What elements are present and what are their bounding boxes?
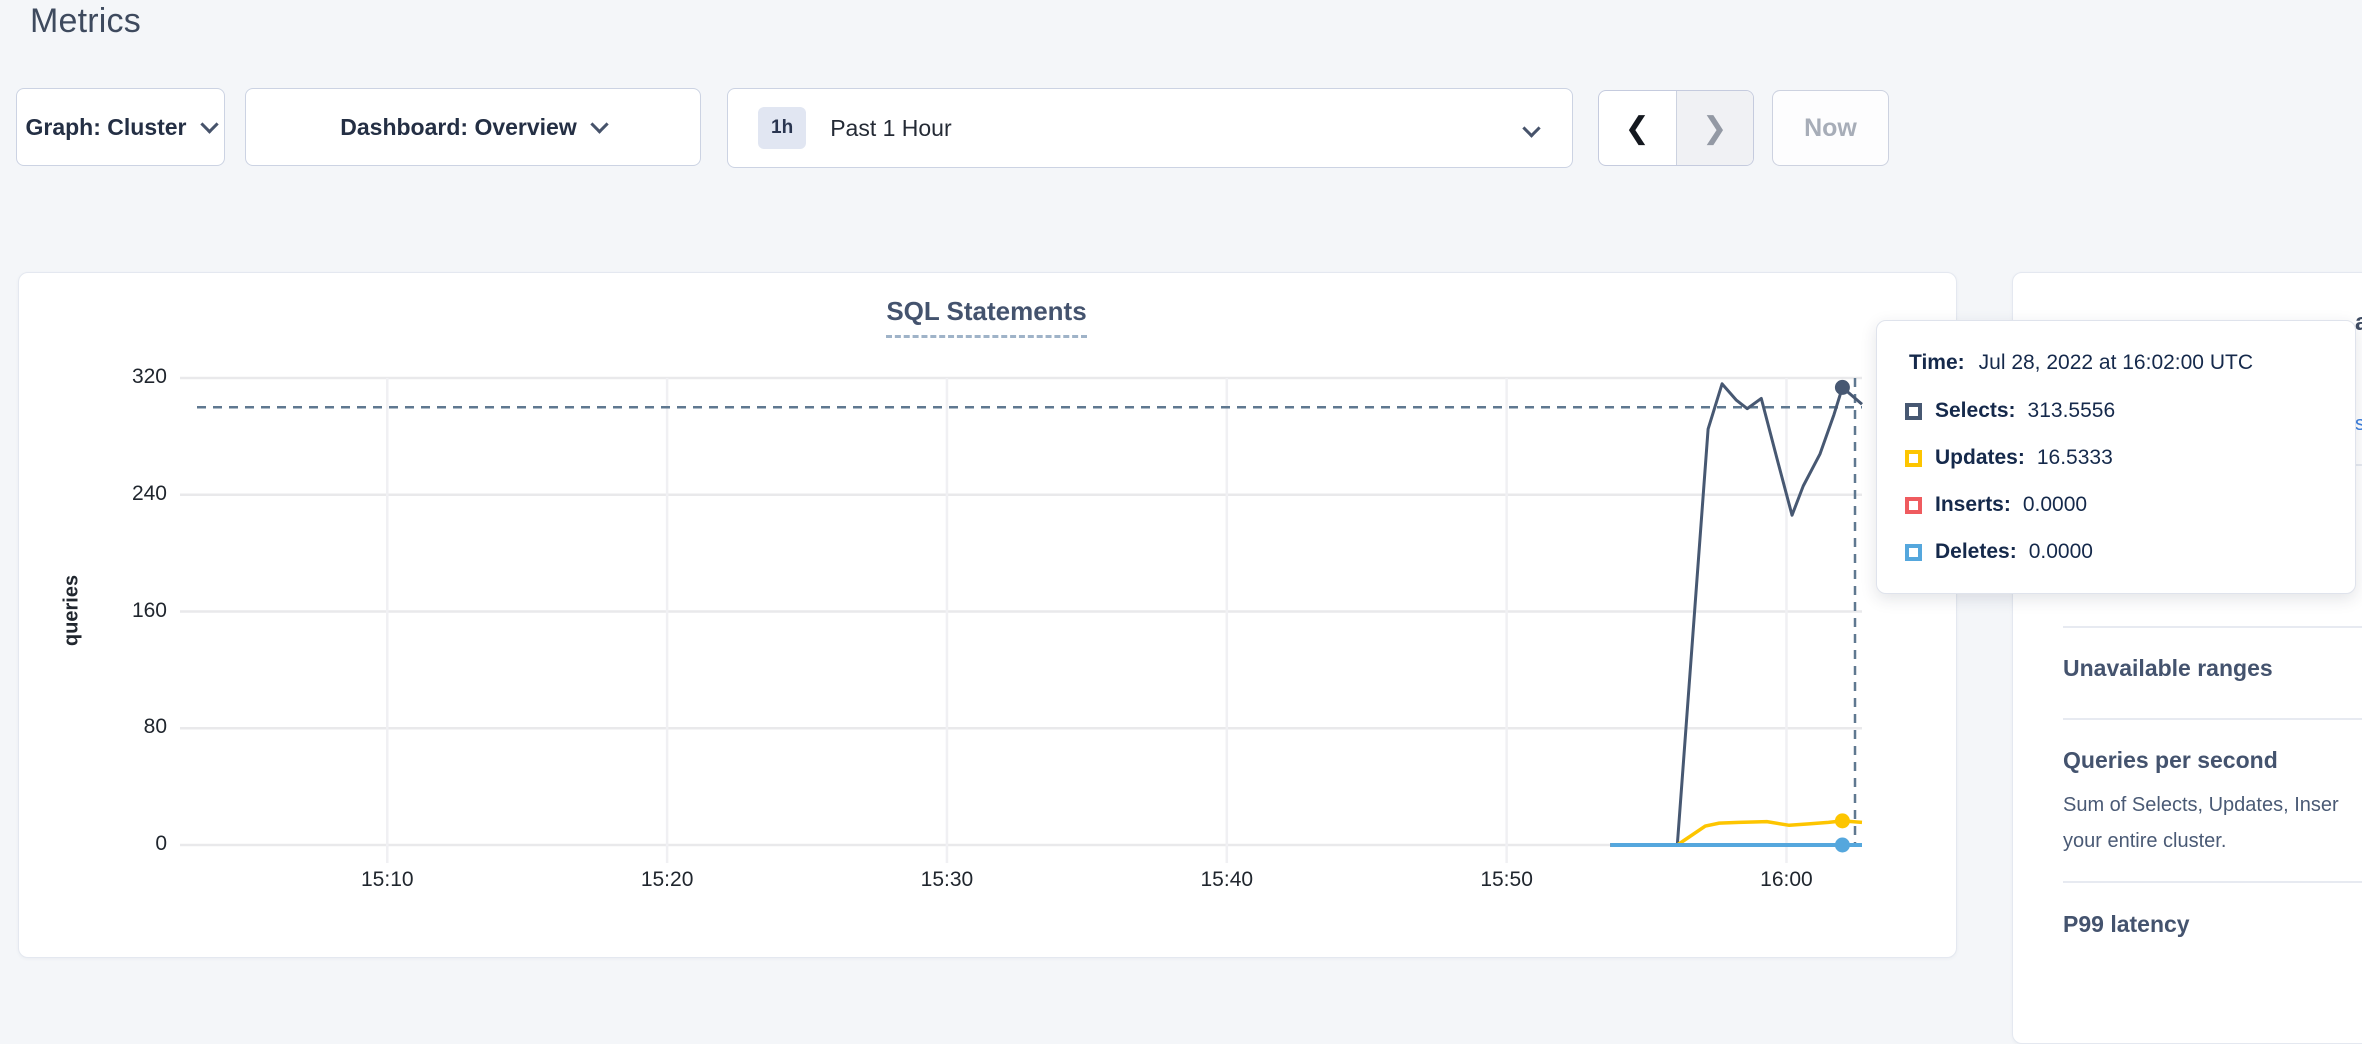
tooltip-series-value: 0.0000 <box>2029 540 2093 564</box>
y-tick-label: 160 <box>87 599 167 623</box>
y-tick-label: 80 <box>87 715 167 739</box>
sidebar-heading-queries-per-second: Queries per second <box>2063 747 2278 774</box>
chevron-down-icon <box>1522 119 1540 137</box>
now-button[interactable]: Now <box>1772 90 1889 166</box>
y-axis-label: queries <box>61 531 84 691</box>
graph-dropdown[interactable]: Graph: Cluster <box>16 88 225 166</box>
x-tick-label: 15:40 <box>1167 868 1287 892</box>
chevron-right-icon: ❯ <box>1702 111 1727 146</box>
next-interval-button-disabled[interactable]: ❯ <box>1677 91 1754 165</box>
y-tick-label: 240 <box>87 482 167 506</box>
legend-swatch-icon <box>1905 450 1922 467</box>
y-tick-label: 320 <box>87 365 167 389</box>
sidebar-heading-unavailable-ranges: Unavailable ranges <box>2063 655 2273 682</box>
sidebar-qps-description-line1: Sum of Selects, Updates, Inser <box>2063 787 2339 823</box>
sidebar-qps-description-line2: your entire cluster. <box>2063 823 2226 859</box>
legend-swatch-icon <box>1905 403 1922 420</box>
dashboard-dropdown-label: Dashboard: Overview <box>340 114 576 141</box>
time-range-label: Past 1 Hour <box>830 115 951 142</box>
tooltip-series-row: Selects: 313.5556 <box>1905 399 2115 423</box>
tooltip-series-label: Selects: <box>1935 399 2016 423</box>
time-nav-group: ❮ ❯ <box>1598 90 1754 166</box>
sidebar-divider <box>2063 881 2362 883</box>
tooltip-series-label: Deletes: <box>1935 540 2017 564</box>
tooltip-series-label: Inserts: <box>1935 493 2011 517</box>
time-range-dropdown[interactable]: 1h Past 1 Hour <box>727 88 1573 168</box>
dashboard-dropdown[interactable]: Dashboard: Overview <box>245 88 701 166</box>
tooltip-time-row: Time: Jul 28, 2022 at 16:02:00 UTC <box>1909 351 2253 375</box>
sidebar-divider <box>2063 626 2362 628</box>
y-tick-label: 0 <box>87 832 167 856</box>
sidebar-clipped-heading-fragment: a <box>2355 309 2362 337</box>
tooltip-series-row: Inserts: 0.0000 <box>1905 493 2087 517</box>
tooltip-series-value: 0.0000 <box>2023 493 2087 517</box>
x-tick-label: 16:00 <box>1726 868 1846 892</box>
sql-statements-chart-card <box>18 272 1957 958</box>
x-tick-label: 15:30 <box>887 868 1007 892</box>
legend-swatch-icon <box>1905 497 1922 514</box>
tooltip-series-value: 16.5333 <box>2037 446 2113 470</box>
graph-dropdown-label: Graph: Cluster <box>25 114 186 141</box>
tooltip-series-row: Updates: 16.5333 <box>1905 446 2113 470</box>
x-tick-label: 15:20 <box>607 868 727 892</box>
tooltip-time-value: Jul 28, 2022 at 16:02:00 UTC <box>1979 351 2253 374</box>
page-title: Metrics <box>30 2 141 41</box>
legend-swatch-icon <box>1905 544 1922 561</box>
chart-tooltip: Time: Jul 28, 2022 at 16:02:00 UTC Select… <box>1876 320 2356 594</box>
chevron-left-icon: ❮ <box>1625 111 1650 146</box>
sidebar-clipped-link-fragment[interactable]: s <box>2355 413 2362 436</box>
sidebar-divider <box>2063 718 2362 720</box>
time-range-badge: 1h <box>758 107 806 149</box>
tooltip-series-value: 313.5556 <box>2028 399 2116 423</box>
chevron-down-icon <box>590 115 608 133</box>
x-tick-label: 15:10 <box>327 868 447 892</box>
chart-title-wrap: SQL Statements <box>18 296 1955 338</box>
chevron-down-icon <box>200 115 218 133</box>
prev-interval-button[interactable]: ❮ <box>1599 91 1677 165</box>
tooltip-series-label: Updates: <box>1935 446 2025 470</box>
chart-title[interactable]: SQL Statements <box>886 296 1086 338</box>
tooltip-time-label: Time: <box>1909 351 1965 374</box>
sidebar-heading-p99-latency: P99 latency <box>2063 911 2190 938</box>
x-tick-label: 15:50 <box>1447 868 1567 892</box>
tooltip-series-row: Deletes: 0.0000 <box>1905 540 2093 564</box>
